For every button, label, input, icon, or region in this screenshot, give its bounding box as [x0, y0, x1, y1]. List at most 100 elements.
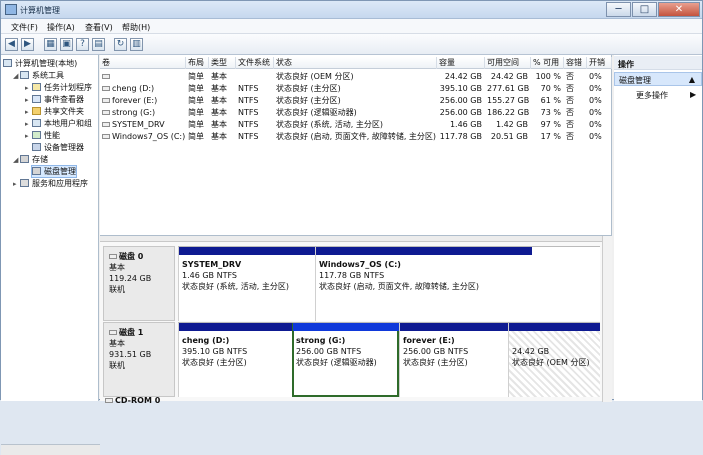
tree-shared-folders[interactable]: ▸ 共享文件夹 — [25, 106, 84, 117]
disk-type: 基本 — [109, 339, 125, 348]
expand-arrow-icon[interactable]: ▸ — [25, 95, 32, 106]
partition-size: 256.00 GB NTFS — [403, 347, 469, 356]
cdrom-label[interactable]: CD-ROM 0 — [105, 396, 160, 405]
disk-1-label[interactable]: 磁盘 1 基本 931.51 GB 联机 — [103, 322, 175, 397]
column-free-space[interactable]: 可用空间 — [485, 57, 531, 69]
tree-event-viewer[interactable]: ▸ 事件查看器 — [25, 94, 84, 105]
export-list-icon[interactable]: ▥ — [130, 38, 143, 51]
volume-layout: 简单 — [188, 72, 204, 81]
forward-icon[interactable]: ▶ — [21, 38, 34, 51]
pane-splitter[interactable] — [100, 236, 612, 242]
volume-row[interactable]: strong (G:) 简单 基本 NTFS 状态良好 (逻辑驱动器) 256.… — [100, 107, 612, 119]
menu-help[interactable]: 帮助(H) — [122, 22, 150, 33]
tree-performance[interactable]: ▸ 性能 — [25, 130, 60, 141]
volume-row[interactable]: cheng (D:) 简单 基本 NTFS 状态良好 (主分区) 395.10 … — [100, 83, 612, 95]
close-button[interactable]: ✕ — [658, 2, 700, 17]
expand-arrow-icon[interactable]: ▸ — [25, 107, 32, 118]
collapse-arrow-icon[interactable]: ◢ — [13, 155, 20, 166]
column-status[interactable]: 状态 — [274, 57, 437, 69]
show-hide-tree-icon[interactable]: ▣ — [60, 38, 73, 51]
column-percent-free[interactable]: % 可用 — [531, 57, 564, 69]
partition-forever[interactable]: forever (E:) 256.00 GB NTFS 状态良好 (主分区) — [399, 323, 508, 397]
tree-device-manager[interactable]: 设备管理器 — [32, 142, 84, 153]
tree-services-applications[interactable]: ▸ 服务和应用程序 — [13, 178, 88, 189]
volume-percent-free: 61 % — [540, 96, 561, 105]
tree-root[interactable]: 计算机管理(本地) — [3, 58, 77, 69]
menu-view[interactable]: 查看(V) — [85, 22, 113, 33]
column-file-system[interactable]: 文件系统 — [236, 57, 274, 69]
tree-disk-management[interactable]: 磁盘管理 — [31, 165, 77, 178]
partition-color-bar — [293, 323, 399, 331]
more-actions[interactable]: 更多操作 ▶ — [636, 90, 696, 101]
partition-windows7-os[interactable]: Windows7_OS (C:) 117.78 GB NTFS 状态良好 (启动… — [315, 247, 532, 321]
volume-status: 状态良好 (逻辑驱动器) — [276, 108, 357, 117]
expand-arrow-icon[interactable]: ▸ — [13, 179, 20, 190]
volume-file-system: NTFS — [238, 96, 259, 105]
volume-type: 基本 — [211, 132, 227, 141]
volume-status: 状态良好 (启动, 页面文件, 故障转储, 主分区) — [276, 132, 437, 141]
volume-percent-free: 97 % — [540, 120, 561, 129]
disk-state: 联机 — [109, 285, 125, 294]
volume-capacity: 395.10 GB — [439, 84, 482, 93]
collapse-up-icon[interactable]: ▲ — [689, 75, 695, 84]
column-fault-tolerance[interactable]: 容错 — [564, 57, 587, 69]
menu-file[interactable]: 文件(F) — [11, 22, 38, 33]
partition-name: SYSTEM_DRV — [182, 260, 242, 269]
partition-system-drv[interactable]: SYSTEM_DRV 1.46 GB NTFS 状态良好 (系统, 活动, 主分… — [178, 247, 315, 321]
volume-capacity: 256.00 GB — [439, 108, 482, 117]
expand-arrow-icon[interactable]: ▸ — [25, 119, 32, 130]
collapse-arrow-icon[interactable]: ◢ — [13, 71, 20, 82]
volume-row[interactable]: forever (E:) 简单 基本 NTFS 状态良好 (主分区) 256.0… — [100, 95, 612, 107]
back-icon[interactable]: ◀ — [5, 38, 18, 51]
volume-overhead: 0% — [589, 108, 602, 117]
disk-0-label[interactable]: 磁盘 0 基本 119.24 GB 联机 — [103, 246, 175, 321]
services-icon — [20, 179, 29, 187]
disk-title: 磁盘 0 — [109, 251, 166, 262]
volume-free-space: 186.22 GB — [487, 108, 530, 117]
volume-status: 状态良好 (主分区) — [276, 96, 341, 105]
expand-arrow-icon[interactable]: ▸ — [25, 83, 32, 94]
title-bar: 计算机管理 ─ □ ✕ — [1, 1, 702, 19]
volume-overhead: 0% — [589, 96, 602, 105]
partition-status: 状态良好 (逻辑驱动器) — [296, 358, 377, 367]
volume-fault-tolerance: 否 — [566, 132, 574, 141]
volume-layout: 简单 — [188, 120, 204, 129]
volume-type: 基本 — [211, 84, 227, 93]
partition-cheng[interactable]: cheng (D:) 395.10 GB NTFS 状态良好 (主分区) — [178, 323, 292, 397]
volume-icon — [102, 86, 110, 91]
partition-color-bar — [400, 323, 508, 331]
calendar-icon — [32, 83, 41, 91]
refresh-icon[interactable]: ↻ — [114, 38, 127, 51]
disk-1-partitions: cheng (D:) 395.10 GB NTFS 状态良好 (主分区) str… — [178, 322, 600, 397]
partition-oem[interactable]: 24.42 GB 状态良好 (OEM 分区) — [508, 323, 600, 397]
properties-icon[interactable]: ▤ — [92, 38, 105, 51]
expand-arrow-icon[interactable]: ▸ — [25, 131, 32, 142]
up-folder-icon[interactable]: ▦ — [44, 38, 57, 51]
volume-row[interactable]: SYSTEM_DRV 简单 基本 NTFS 状态良好 (系统, 活动, 主分区)… — [100, 119, 612, 131]
volume-fault-tolerance: 否 — [566, 120, 574, 129]
column-layout[interactable]: 布局 — [186, 57, 209, 69]
column-capacity[interactable]: 容量 — [437, 57, 485, 69]
actions-disk-management[interactable]: 磁盘管理 ▲ — [614, 72, 702, 86]
volume-file-system: NTFS — [238, 120, 259, 129]
volume-capacity: 117.78 GB — [439, 132, 482, 141]
graph-vertical-scrollbar[interactable] — [602, 236, 612, 402]
tree-local-users[interactable]: ▸ 本地用户和组 — [25, 118, 92, 129]
column-volume[interactable]: 卷 — [100, 57, 186, 69]
tree-storage[interactable]: ◢ 存储 — [13, 154, 48, 165]
tree-horizontal-scrollbar[interactable] — [1, 444, 100, 455]
volume-row[interactable]: 简单 基本 状态良好 (OEM 分区) 24.42 GB 24.42 GB 10… — [100, 71, 612, 83]
cdrom-icon — [105, 398, 113, 403]
column-type[interactable]: 类型 — [209, 57, 236, 69]
minimize-button[interactable]: ─ — [606, 2, 631, 17]
partition-status: 状态良好 (主分区) — [182, 358, 247, 367]
menu-action[interactable]: 操作(A) — [47, 22, 75, 33]
partition-strong[interactable]: strong (G:) 256.00 GB NTFS 状态良好 (逻辑驱动器) — [292, 323, 399, 397]
partition-status: 状态良好 (OEM 分区) — [512, 358, 590, 367]
column-overhead[interactable]: 开销 — [587, 57, 612, 69]
maximize-button[interactable]: □ — [632, 2, 657, 17]
volume-row[interactable]: Windows7_OS (C:) 简单 基本 NTFS 状态良好 (启动, 页面… — [100, 131, 612, 143]
tree-system-tools[interactable]: ◢ 系统工具 — [13, 70, 64, 81]
tree-task-scheduler[interactable]: ▸ 任务计划程序 — [25, 82, 92, 93]
help-icon[interactable]: ? — [76, 38, 89, 51]
